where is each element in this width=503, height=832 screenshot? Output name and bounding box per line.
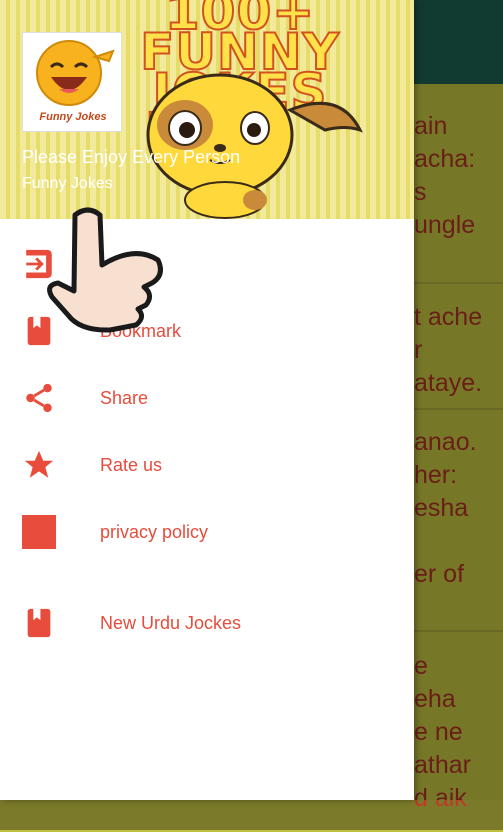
dog-mascot-icon <box>146 73 363 219</box>
star-icon <box>24 450 54 478</box>
pointing-hand-icon <box>47 207 163 333</box>
square-icon <box>22 515 56 549</box>
menu-item-label: New Urdu Jockes <box>100 613 242 633</box>
drawer-header: 100+ FUNNY JOKES <box>0 0 414 219</box>
share-icon <box>26 383 52 413</box>
menu-item-rate-us[interactable]: Rate us <box>0 435 414 495</box>
menu-item-label: privacy policy <box>100 522 209 542</box>
laughing-emoji-icon <box>36 40 115 106</box>
logo-caption: Funny Jokes <box>39 111 107 123</box>
bookmark-icon <box>27 608 51 638</box>
drawer-subtitle: Funny Jokes <box>22 175 113 192</box>
drawer-title: Please Enjoy Every Person <box>22 147 241 167</box>
menu-item-label: Rate us <box>100 455 163 475</box>
menu-item-new-urdu-jockes[interactable]: New Urdu Jockes <box>0 593 414 653</box>
app-logo: Funny Jokes <box>22 32 122 132</box>
menu-item-share[interactable]: Share <box>0 368 414 428</box>
menu-item-privacy-policy[interactable]: privacy policy <box>0 502 414 562</box>
navigation-drawer: 100+ FUNNY JOKES <box>0 0 414 800</box>
menu-item-label: Share <box>100 388 149 408</box>
